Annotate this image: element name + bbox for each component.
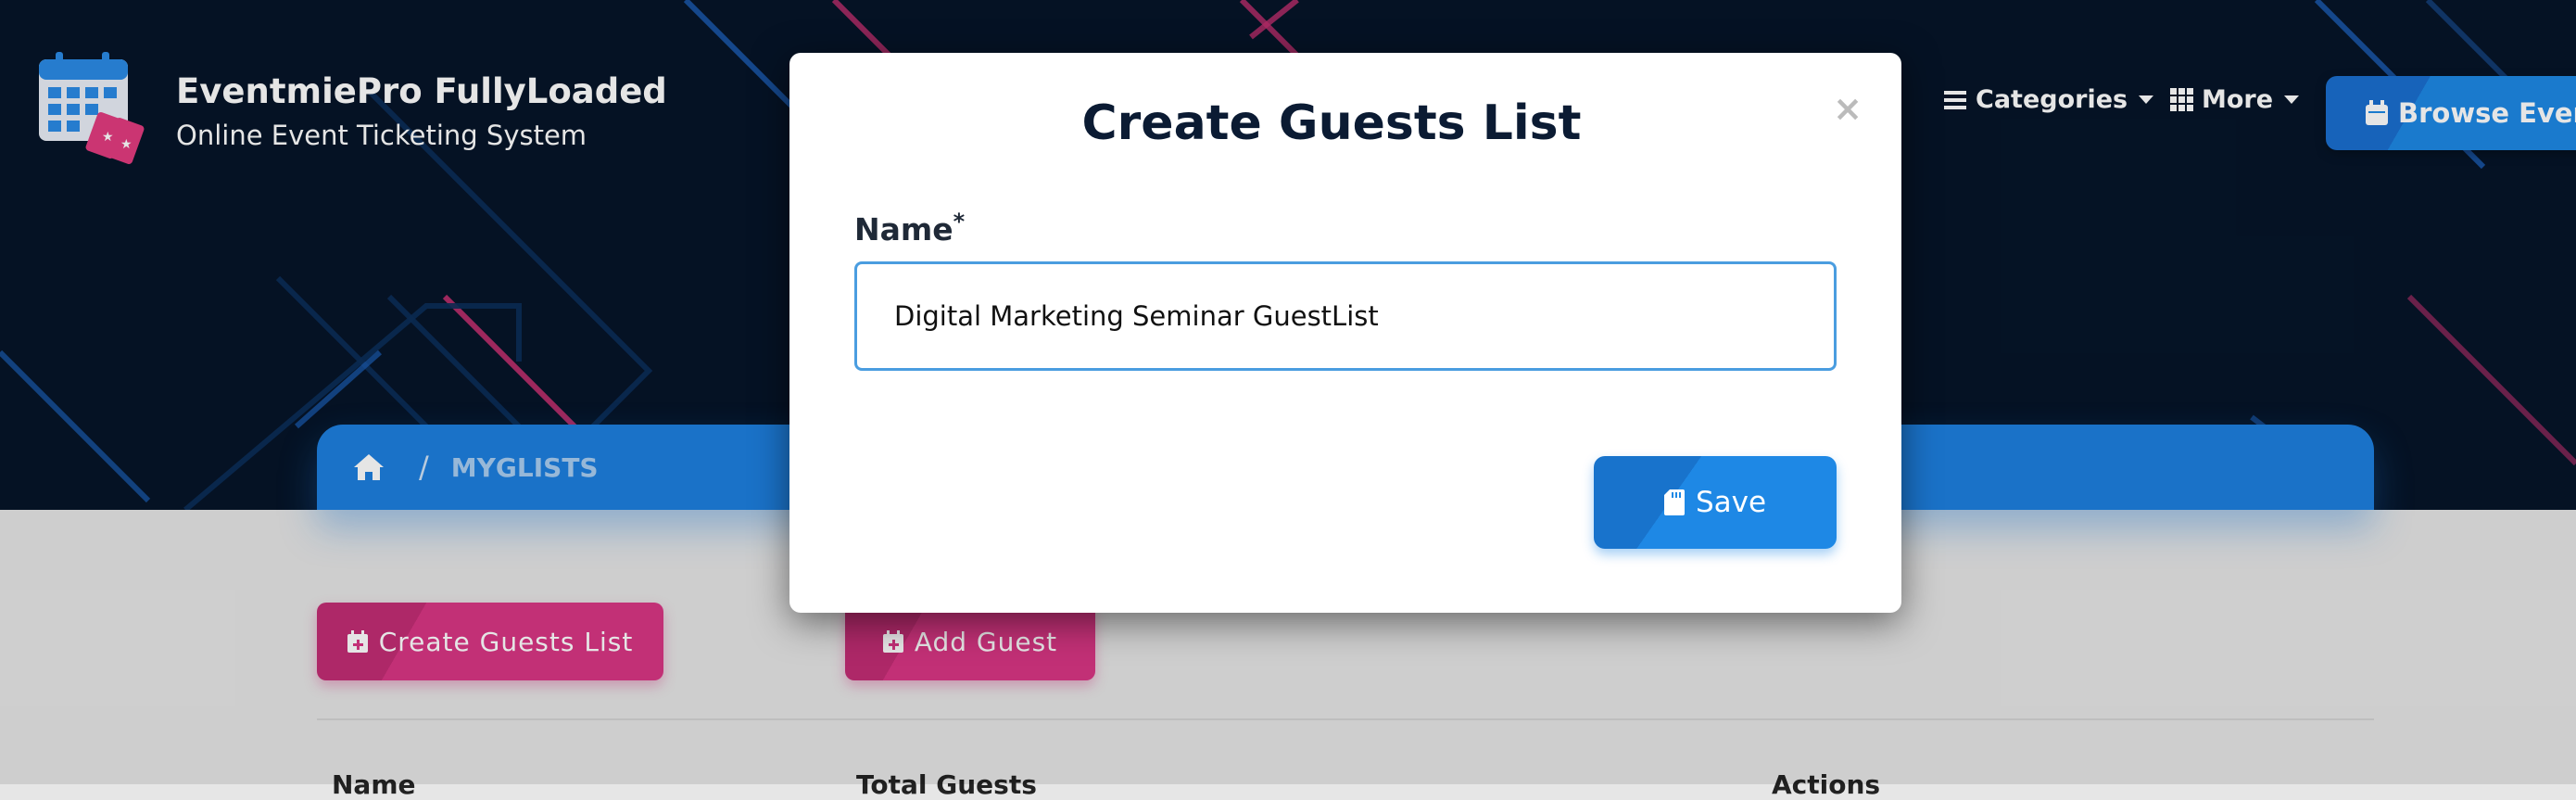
name-input[interactable] bbox=[854, 261, 1837, 371]
name-field-label: Name* bbox=[854, 209, 965, 248]
save-button[interactable]: Save bbox=[1594, 456, 1837, 549]
required-mark: * bbox=[953, 209, 966, 235]
save-label: Save bbox=[1695, 486, 1767, 519]
modal-title: Create Guests List bbox=[1081, 95, 1582, 151]
sd-card-icon bbox=[1663, 489, 1685, 515]
name-label-text: Name bbox=[854, 211, 953, 248]
create-guests-list-modal: Create Guests List × Name* Save bbox=[789, 53, 1901, 613]
close-icon[interactable]: × bbox=[1833, 88, 1863, 129]
